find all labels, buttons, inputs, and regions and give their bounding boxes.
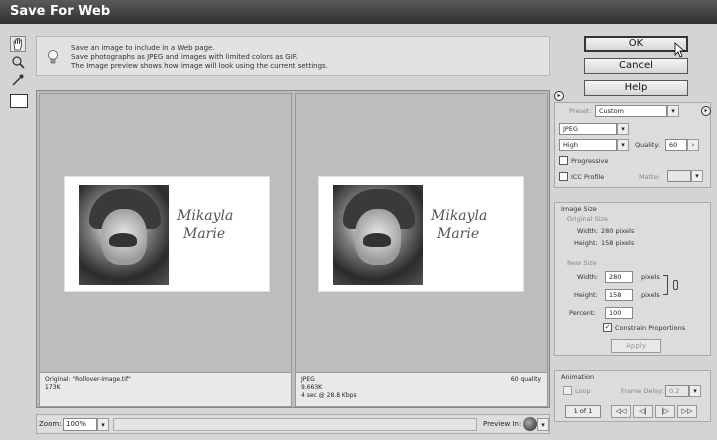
quality-slider-button[interactable]: ›: [687, 139, 699, 151]
frame-delay-label: Frame Delay:: [621, 387, 664, 395]
frame-delay-input[interactable]: 0.2: [665, 385, 689, 397]
eyedropper-icon[interactable]: [10, 72, 26, 88]
preset-select[interactable]: Custom: [595, 105, 667, 117]
info-line-2: Save photographs as JPEG and images with…: [71, 53, 298, 61]
quality-input[interactable]: 60: [665, 139, 687, 151]
animation-group: Animation Loop Frame Delay: 0.2 ▾ 1 of 1…: [554, 370, 711, 422]
chevron-down-icon[interactable]: ▾: [691, 170, 703, 182]
loop-checkbox[interactable]: [563, 386, 572, 395]
last-frame-button[interactable]: ▷▷: [677, 405, 697, 418]
status-bar: [113, 418, 477, 431]
child-photo: [333, 185, 423, 285]
constrain-bracket: [663, 275, 668, 295]
animation-label: Animation: [561, 373, 595, 381]
chevron-down-icon[interactable]: ▾: [97, 418, 109, 431]
constrain-proportions-checkbox[interactable]: ✓: [603, 323, 612, 332]
optimized-format: JPEG: [301, 376, 315, 383]
original-size: 173K: [45, 384, 61, 391]
image-size-label: Image Size: [561, 205, 597, 213]
progressive-label: Progressive: [571, 157, 609, 165]
next-frame-button[interactable]: |▷: [655, 405, 675, 418]
percent-input[interactable]: 100: [605, 307, 633, 319]
icc-profile-label: ICC Profile: [571, 173, 605, 181]
child-photo: [79, 185, 169, 285]
chevron-down-icon[interactable]: ▾: [537, 418, 549, 431]
optimized-preview-pane[interactable]: Mikayla Marie JPEG 9.663K 4 sec @ 28.8 K…: [295, 93, 548, 407]
original-info: Original: "Rollover-Image.tif" 173K: [40, 372, 291, 406]
chevron-down-icon[interactable]: ▾: [617, 139, 629, 151]
width-label: Width:: [577, 273, 599, 281]
quality-label: Quality:: [635, 141, 660, 149]
window-title: Save For Web: [0, 0, 717, 24]
ok-button[interactable]: OK: [584, 36, 688, 52]
original-filename: Original: "Rollover-Image.tif": [45, 376, 131, 383]
image-size-group: Image Size Original Size Width: 280 pixe…: [554, 202, 711, 356]
loop-label: Loop: [575, 387, 591, 395]
height-label: Height:: [574, 291, 598, 299]
original-size-label: Original Size: [567, 215, 608, 223]
frame-counter: 1 of 1: [565, 405, 601, 418]
optimized-info: JPEG 9.663K 4 sec @ 28.8 Kbps 60 quality: [296, 372, 547, 406]
hand-icon[interactable]: [10, 36, 26, 52]
matte-label: Matte:: [639, 173, 660, 181]
chevron-down-icon[interactable]: ▾: [617, 123, 629, 135]
browser-icon[interactable]: [523, 417, 537, 431]
new-size-label: New Size: [567, 259, 597, 267]
arrow-right-icon[interactable]: ▸: [554, 91, 564, 101]
optimized-quality: 60 quality: [510, 376, 541, 383]
matte-select[interactable]: [667, 170, 691, 182]
signature-text: Mikayla Marie: [177, 208, 234, 242]
cursor-icon: [674, 42, 686, 58]
info-bar: Save an image to include in a Web page. …: [36, 36, 550, 76]
height-input[interactable]: 158: [605, 289, 633, 301]
optimized-size: 9.663K: [301, 384, 323, 391]
width-input[interactable]: 280: [605, 271, 633, 283]
optimized-image[interactable]: Mikayla Marie: [318, 176, 524, 292]
help-button[interactable]: Help: [584, 80, 688, 96]
original-height-value: 158 pixels: [601, 239, 635, 247]
optimize-settings: Preset: Custom ▾ ▸ JPEG ▾ High ▾ Quality…: [554, 102, 711, 188]
original-width-label: Width:: [577, 227, 599, 235]
width-unit: pixels: [641, 273, 660, 281]
info-line-1: Save an image to include in a Web page.: [71, 44, 215, 52]
original-height-label: Height:: [574, 239, 598, 247]
compression-select[interactable]: High: [559, 139, 617, 151]
bottom-bar: Zoom: 100% ▾ Preview In: ▾: [36, 414, 550, 434]
cancel-button[interactable]: Cancel: [584, 58, 688, 74]
link-icon: [673, 280, 678, 290]
optimized-download-time: 4 sec @ 28.8 Kbps: [301, 392, 357, 399]
original-width-value: 280 pixels: [601, 227, 635, 235]
format-select[interactable]: JPEG: [559, 123, 617, 135]
icc-profile-checkbox[interactable]: [559, 172, 568, 181]
eyedropper-color-swatch[interactable]: [10, 94, 28, 108]
preview-area: Mikayla Marie Original: "Rollover-Image.…: [36, 90, 550, 408]
lightbulb-icon: [47, 49, 59, 67]
zoom-icon[interactable]: [10, 54, 26, 70]
first-frame-button[interactable]: ◁◁: [611, 405, 631, 418]
apply-button[interactable]: Apply: [611, 339, 661, 353]
zoom-input[interactable]: 100%: [63, 418, 97, 431]
settings-panel: OK Cancel Help ▸ Preset: Custom ▾ ▸ JPEG…: [554, 36, 713, 434]
original-preview-pane[interactable]: Mikayla Marie Original: "Rollover-Image.…: [39, 93, 292, 407]
preset-label: Preset:: [569, 107, 592, 115]
chevron-down-icon[interactable]: ▾: [689, 385, 701, 397]
previous-frame-button[interactable]: ◁|: [633, 405, 653, 418]
signature-text: Mikayla Marie: [431, 208, 488, 242]
original-image[interactable]: Mikayla Marie: [64, 176, 270, 292]
chevron-down-icon[interactable]: ▾: [667, 105, 679, 117]
height-unit: pixels: [641, 291, 660, 299]
constrain-proportions-label: Constrain Proportions: [615, 324, 686, 332]
progressive-checkbox[interactable]: [559, 156, 568, 165]
optimize-menu-icon[interactable]: ▸: [701, 106, 711, 116]
tool-strip: [8, 36, 30, 416]
zoom-label: Zoom:: [39, 420, 62, 428]
info-line-3: The Image preview shows how image will l…: [71, 62, 328, 70]
preview-in-label: Preview In:: [483, 420, 522, 428]
percent-label: Percent:: [569, 309, 596, 317]
